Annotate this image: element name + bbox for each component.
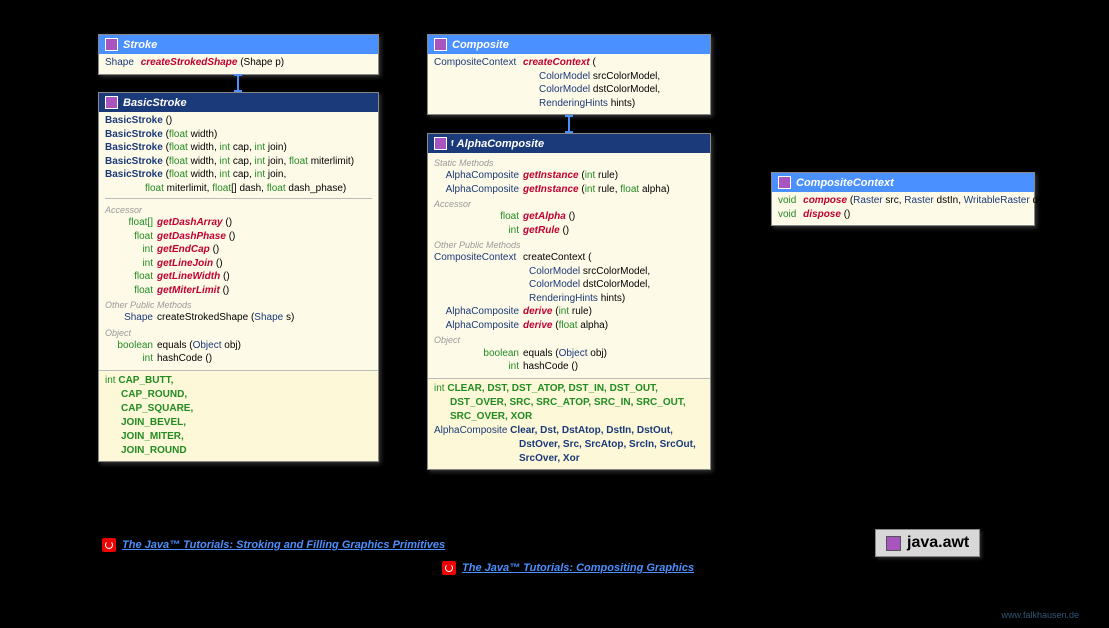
compositecontext-interface-box: CompositeContext void compose (Raster sr… [771,172,1035,226]
credit-text[interactable]: www.falkhausen.de [1001,610,1079,620]
stroke-header: Stroke [99,35,378,54]
stroke-title: Stroke [123,39,157,51]
stroke-interface-box: Stroke Shape createStrokedShape (Shape p… [98,34,379,75]
alphacomposite-header: f AlphaComposite [428,134,710,153]
oracle-icon [102,538,116,552]
class-icon [434,137,447,150]
interface-icon [778,176,791,189]
connector [568,115,570,133]
basicstroke-title: BasicStroke [123,97,187,109]
composite-header: Composite [428,35,710,54]
alphacomposite-title: AlphaComposite [457,138,544,150]
composite-title: Composite [452,39,509,51]
tutorial-link-2[interactable]: The Java™ Tutorials: Compositing Graphic… [442,561,694,575]
compositecontext-header: CompositeContext [772,173,1034,192]
connector [237,74,239,92]
tutorial-link-1[interactable]: The Java™ Tutorials: Stroking and Fillin… [102,538,445,552]
class-icon [105,96,118,109]
compositecontext-title: CompositeContext [796,177,894,189]
interface-icon [434,38,447,51]
package-badge: java.awt [875,529,980,557]
composite-interface-box: Composite CompositeContext createContext… [427,34,711,115]
package-icon [886,536,901,551]
alphacomposite-class-box: f AlphaComposite Static Methods AlphaCom… [427,133,711,470]
basicstroke-class-box: BasicStroke BasicStroke () BasicStroke (… [98,92,379,462]
basicstroke-header: BasicStroke [99,93,378,112]
interface-icon [105,38,118,51]
oracle-icon [442,561,456,575]
